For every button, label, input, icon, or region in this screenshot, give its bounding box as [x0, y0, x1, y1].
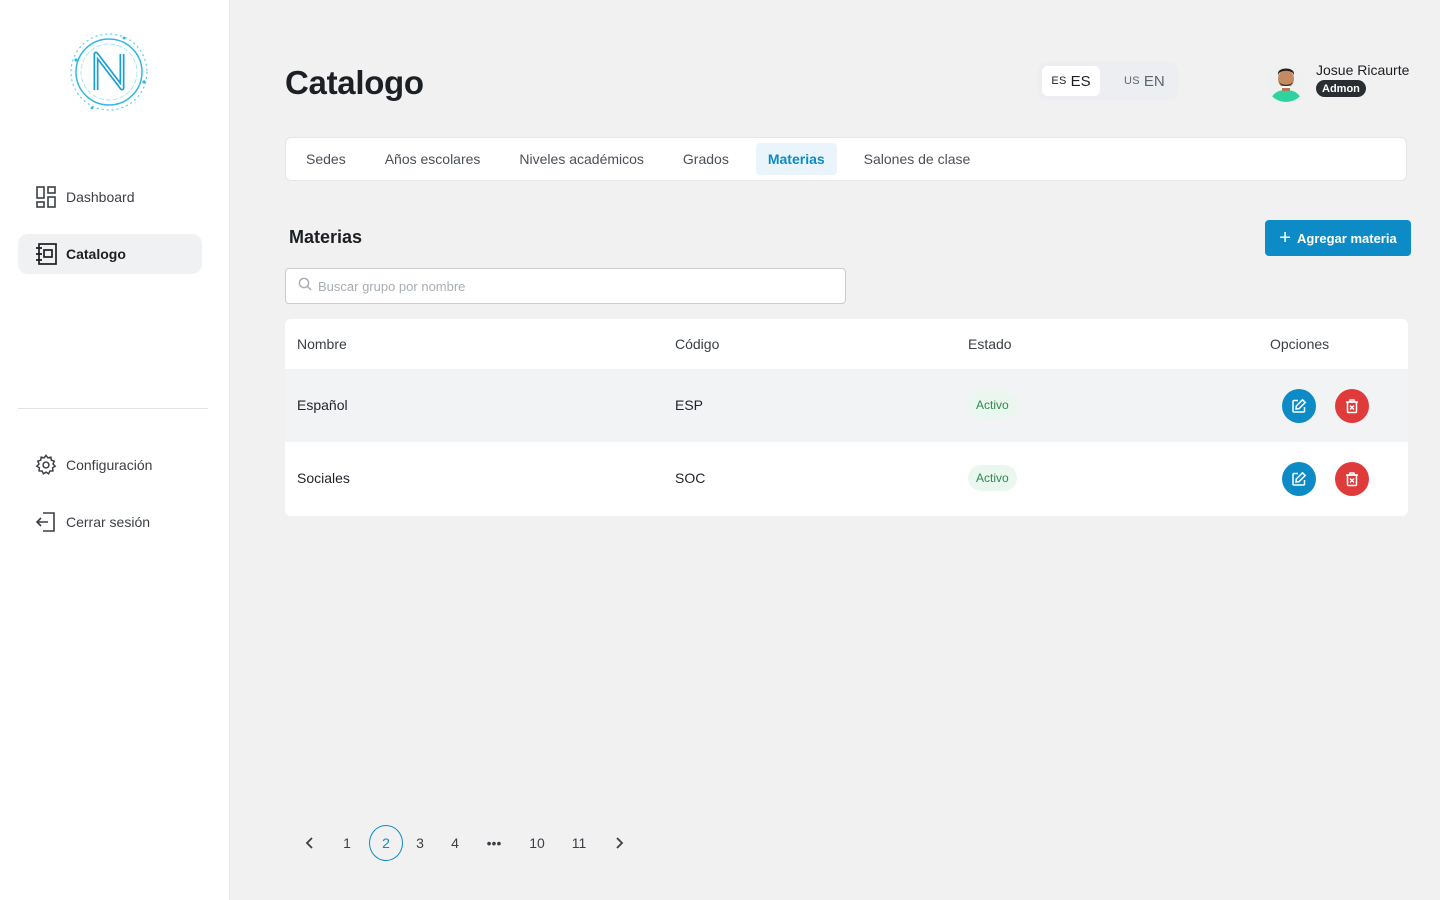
- sidebar-item-label: Catalogo: [66, 246, 126, 262]
- edit-button[interactable]: [1282, 462, 1316, 496]
- sidebar-item-label: Dashboard: [66, 189, 135, 205]
- search-icon: [298, 277, 312, 296]
- chevron-right-icon: [616, 837, 624, 849]
- gear-icon: [35, 454, 57, 476]
- cell-nombre: Sociales: [297, 470, 350, 486]
- user-role-badge: Admon: [1316, 80, 1366, 97]
- tab-anos-escolares[interactable]: Años escolares: [373, 143, 493, 175]
- sidebar-item-label: Cerrar sesión: [66, 514, 151, 530]
- table-header: Nombre Código Estado Opciones: [285, 319, 1408, 369]
- flag-us-icon: US: [1124, 75, 1140, 87]
- pagination-prev-button[interactable]: [293, 825, 327, 861]
- tab-sedes[interactable]: Sedes: [294, 143, 358, 175]
- pagination-page[interactable]: 10: [520, 825, 554, 861]
- edit-button[interactable]: [1282, 389, 1316, 423]
- sidebar-item-dashboard[interactable]: Dashboard: [18, 177, 202, 217]
- search-input[interactable]: [318, 278, 818, 294]
- pagination-page[interactable]: 11: [562, 825, 596, 861]
- column-header-estado[interactable]: Estado: [968, 336, 1012, 352]
- language-code: ES: [1070, 72, 1091, 90]
- chevron-left-icon: [305, 837, 313, 849]
- tab-grados[interactable]: Grados: [671, 143, 741, 175]
- sidebar-item-cerrar-sesion[interactable]: Cerrar sesión: [18, 502, 202, 542]
- delete-button[interactable]: [1335, 462, 1369, 496]
- status-badge: Activo: [968, 392, 1017, 418]
- table-row: Español ESP Activo: [285, 369, 1408, 442]
- language-option-en[interactable]: US EN: [1112, 66, 1177, 96]
- delete-button[interactable]: [1335, 389, 1369, 423]
- sidebar-item-configuracion[interactable]: Configuración: [18, 445, 202, 485]
- pagination-page[interactable]: 4: [438, 825, 472, 861]
- pagination-page[interactable]: 1: [330, 825, 364, 861]
- pagination-page[interactable]: 3: [403, 825, 437, 861]
- page-title: Catalogo: [285, 64, 424, 101]
- dashboard-icon: [35, 186, 57, 208]
- catalog-tabs: Sedes Años escolares Niveles académicos …: [285, 137, 1407, 181]
- sidebar-divider: [18, 408, 208, 409]
- column-header-nombre[interactable]: Nombre: [297, 336, 347, 352]
- add-materia-label: Agregar materia: [1296, 230, 1397, 246]
- edit-icon: [1292, 398, 1307, 413]
- user-name: Josue Ricaurte: [1316, 62, 1410, 78]
- cell-nombre: Español: [297, 397, 348, 413]
- search-box: [285, 268, 846, 304]
- pagination-next-button[interactable]: [602, 825, 636, 861]
- sidebar-item-label: Configuración: [66, 457, 153, 473]
- trash-icon: [1346, 399, 1358, 414]
- plus-icon: +: [1279, 227, 1291, 249]
- table-row: Sociales SOC Activo: [285, 442, 1408, 515]
- edit-icon: [1292, 471, 1307, 486]
- sidebar: Dashboard Catalogo Configuración Cerrar …: [0, 0, 230, 900]
- pagination-ellipsis[interactable]: •••: [477, 825, 511, 861]
- trash-icon: [1346, 472, 1358, 487]
- sidebar-item-catalogo[interactable]: Catalogo: [18, 234, 202, 274]
- tab-materias[interactable]: Materias: [755, 143, 837, 175]
- avatar[interactable]: [1266, 62, 1306, 102]
- cell-codigo: ESP: [675, 397, 704, 413]
- status-badge: Activo: [968, 465, 1017, 491]
- language-switcher: ES ES US EN: [1038, 62, 1178, 100]
- materias-table: Nombre Código Estado Opciones Español ES…: [285, 319, 1408, 516]
- catalog-icon: [35, 243, 57, 265]
- brand-logo[interactable]: [64, 30, 154, 114]
- flag-es-icon: ES: [1051, 75, 1067, 87]
- tab-niveles-academicos[interactable]: Niveles académicos: [507, 143, 656, 175]
- pagination-page-current[interactable]: 2: [369, 825, 403, 861]
- tab-salones-de-clase[interactable]: Salones de clase: [852, 143, 983, 175]
- section-title: Materias: [289, 227, 363, 247]
- column-header-codigo[interactable]: Código: [675, 336, 719, 352]
- language-code: EN: [1143, 72, 1165, 90]
- cell-codigo: SOC: [675, 470, 706, 486]
- language-option-es[interactable]: ES ES: [1042, 66, 1100, 96]
- logout-icon: [35, 511, 57, 533]
- column-header-opciones: Opciones: [1270, 336, 1330, 352]
- add-materia-button[interactable]: + Agregar materia: [1265, 220, 1411, 256]
